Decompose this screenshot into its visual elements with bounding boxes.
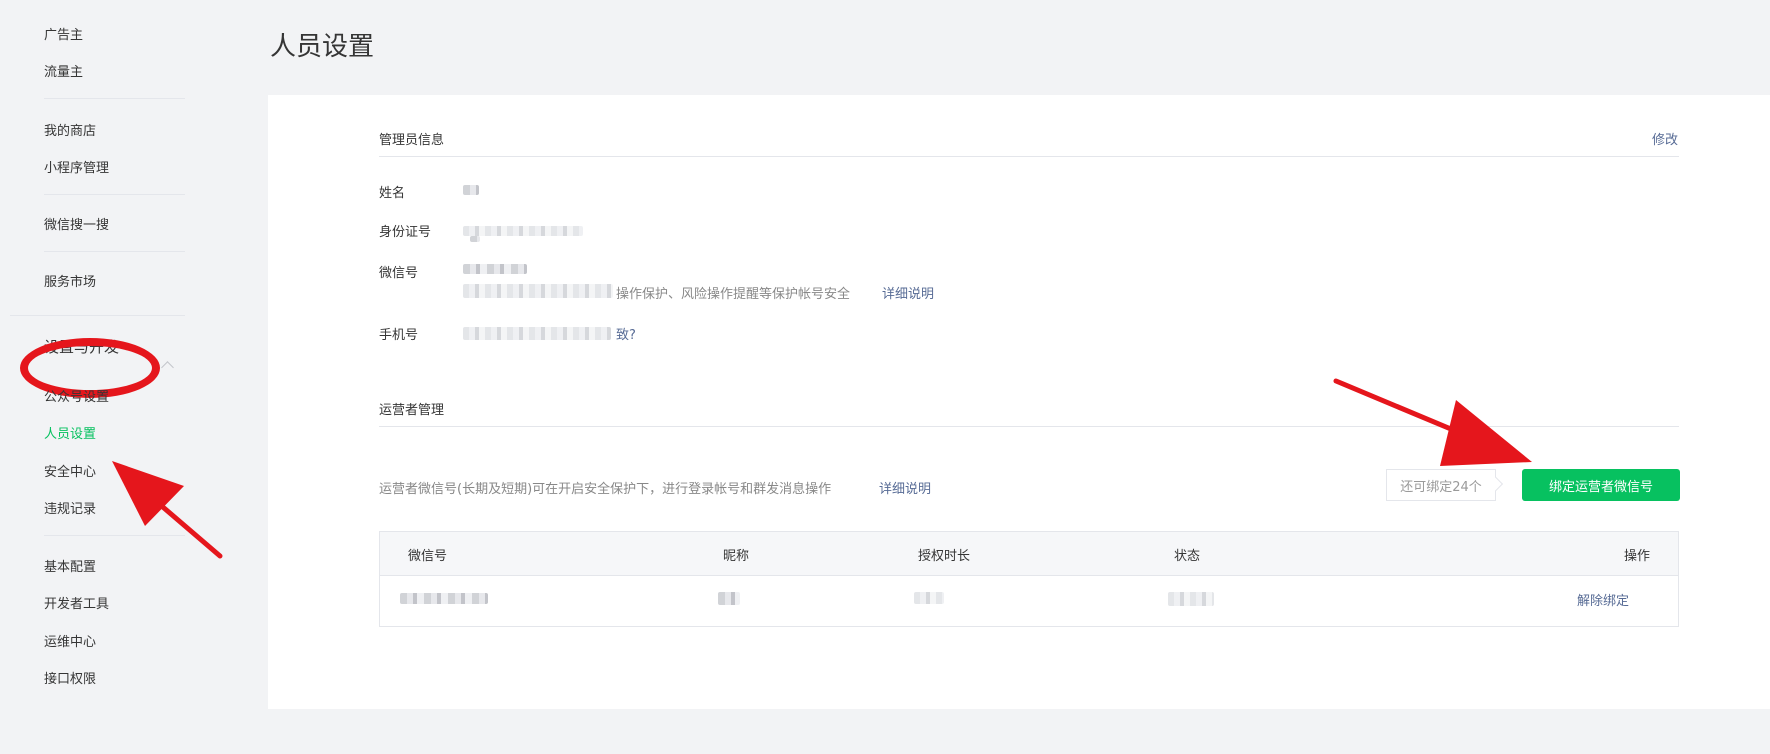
bind-operator-button[interactable]: 绑定运营者微信号 [1522, 469, 1680, 501]
sidebar-item-ops-center[interactable]: 运维中心 [44, 631, 96, 650]
section-divider [379, 156, 1679, 157]
edit-admin-link[interactable]: 修改 [1652, 129, 1678, 148]
sidebar-item-staff-settings[interactable]: 人员设置 [44, 423, 96, 442]
sidebar-item-violation-records[interactable]: 违规记录 [44, 498, 96, 517]
operators-section-title: 运营者管理 [379, 403, 445, 418]
id-number-label: 身份证号 [379, 225, 432, 240]
operators-description: 运营者微信号(长期及短期)可在开启安全保护下，进行登录帐号和群发消息操作 [379, 482, 832, 497]
status-cell-redacted [1168, 592, 1214, 606]
auth-duration-cell-redacted [914, 592, 944, 604]
sidebar-item-account-settings[interactable]: 公众号设置 [44, 386, 109, 405]
sidebar-item-my-store[interactable]: 我的商店 [44, 120, 96, 139]
wechat-protection-text: 操作保护、风险操作提醒等保护帐号安全 [616, 287, 851, 302]
column-header-nickname: 昵称 [723, 549, 750, 564]
table-header: 微信号 昵称 授权时长 状态 操作 [380, 532, 1678, 576]
sidebar-item-advertiser[interactable]: 广告主 [44, 24, 83, 43]
column-header-action: 操作 [1624, 549, 1651, 564]
sidebar-item-basic-config[interactable]: 基本配置 [44, 556, 96, 575]
wechat-detail-link[interactable]: 详细说明 [882, 283, 934, 302]
section-divider [379, 426, 1679, 427]
chevron-up-icon[interactable] [161, 361, 174, 374]
wechat-id-label: 微信号 [379, 266, 419, 281]
column-header-wechat-id: 微信号 [408, 549, 448, 564]
wechat-id-redacted [463, 264, 527, 274]
operators-table: 微信号 昵称 授权时长 状态 操作 解除绑定 [379, 531, 1679, 627]
sidebar-item-mini-program[interactable]: 小程序管理 [44, 157, 109, 176]
id-number-redacted [463, 226, 583, 236]
sidebar-divider [44, 535, 185, 536]
wechat-detail-redacted [463, 284, 613, 298]
admin-section-title: 管理员信息 [379, 133, 445, 148]
bind-quota-tip: 还可绑定24个 [1386, 469, 1496, 501]
wechat-id-cell-redacted [400, 593, 488, 604]
sidebar-divider [44, 194, 185, 195]
sidebar-divider [44, 251, 185, 252]
sidebar-item-api-permissions[interactable]: 接口权限 [44, 668, 96, 687]
sidebar-divider [44, 98, 185, 99]
id-number-redacted-extra [470, 236, 480, 242]
operators-detail-link[interactable]: 详细说明 [879, 478, 931, 497]
sidebar-item-publisher[interactable]: 流量主 [44, 61, 83, 80]
name-label: 姓名 [379, 186, 406, 201]
sidebar: 广告主 流量主 我的商店 小程序管理 微信搜一搜 服务市场 设置与开发 公众号设… [0, 0, 190, 754]
sidebar-item-developer-tools[interactable]: 开发者工具 [44, 593, 109, 612]
sidebar-divider [10, 315, 185, 316]
column-header-status: 状态 [1174, 549, 1201, 564]
phone-label: 手机号 [379, 328, 419, 343]
unbind-link[interactable]: 解除绑定 [1577, 590, 1629, 609]
sidebar-item-service-market[interactable]: 服务市场 [44, 271, 96, 290]
sidebar-item-security-center[interactable]: 安全中心 [44, 461, 96, 480]
column-header-auth-duration: 授权时长 [918, 549, 971, 564]
phone-inconsistent-link[interactable]: 致? [616, 324, 636, 343]
page-title: 人员设置 [270, 32, 375, 62]
nickname-cell-redacted [718, 592, 740, 605]
phone-redacted [463, 327, 611, 340]
sidebar-item-wechat-search[interactable]: 微信搜一搜 [44, 214, 109, 233]
name-value-redacted [463, 185, 479, 195]
sidebar-group-settings-dev[interactable]: 设置与开发 [44, 336, 119, 357]
